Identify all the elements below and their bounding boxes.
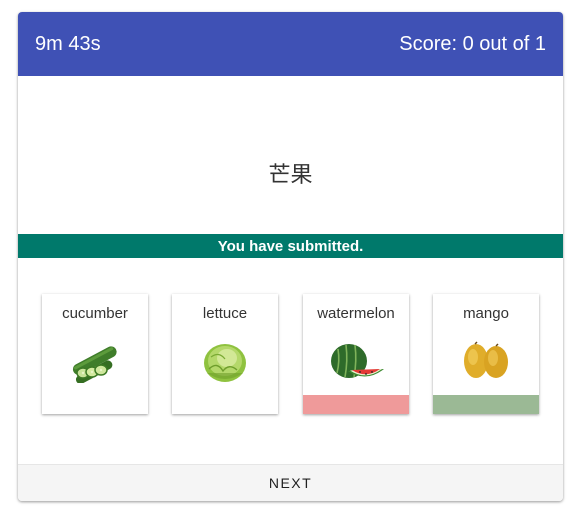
lettuce-icon <box>204 344 246 382</box>
prompt-word: 芒果 <box>268 163 313 188</box>
status-text: You have submitted. <box>217 237 364 255</box>
option-label: watermelon <box>317 305 395 322</box>
watermelon-icon <box>331 344 384 378</box>
option-label: cucumber <box>62 305 128 322</box>
answer-options: cucumber lettuce watermelon mango <box>42 294 539 414</box>
status-banner: You have submitted. <box>18 234 563 258</box>
option-mango[interactable]: mango <box>433 294 539 414</box>
option-watermelon[interactable]: watermelon <box>303 294 409 414</box>
timer: 9m 43s <box>35 32 101 55</box>
cucumber-icon <box>72 346 117 383</box>
option-cucumber[interactable]: cucumber <box>42 294 148 414</box>
quiz-header: 9m 43s Score: 0 out of 1 <box>18 12 563 76</box>
option-lettuce[interactable]: lettuce <box>172 294 278 414</box>
correct-indicator <box>433 395 539 414</box>
next-button-label: NEXT <box>268 475 313 491</box>
option-label: mango <box>463 305 509 322</box>
option-label: lettuce <box>202 305 248 322</box>
score: Score: 0 out of 1 <box>399 32 546 55</box>
incorrect-indicator <box>303 395 409 414</box>
mango-icon <box>464 341 508 378</box>
next-button[interactable]: NEXT <box>18 464 563 501</box>
prompt-area: 芒果 <box>18 76 563 234</box>
quiz-card: 9m 43s Score: 0 out of 1 芒果 You have sub… <box>18 12 563 501</box>
